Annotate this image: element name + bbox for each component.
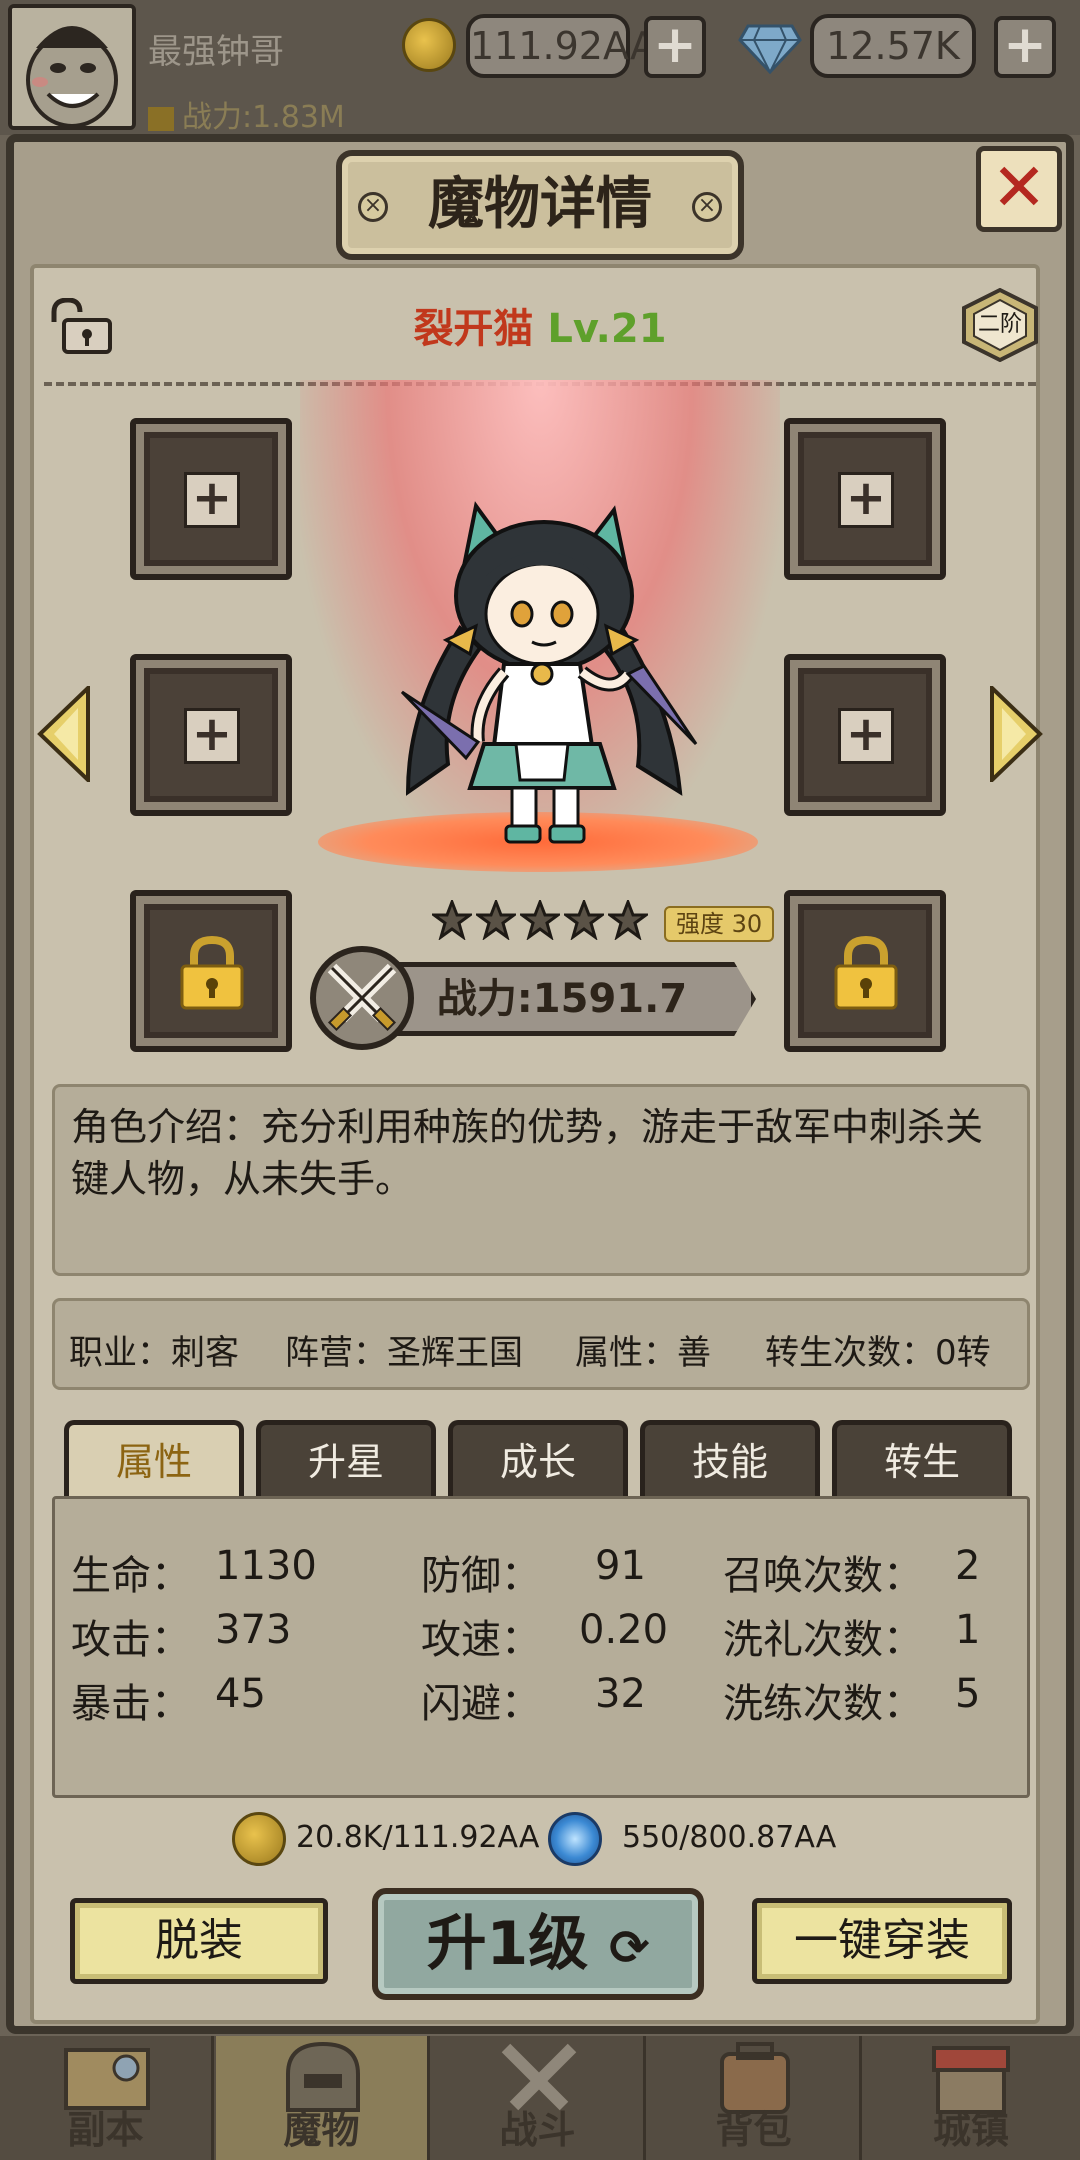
diamond-amount: 12.57K [810, 14, 976, 78]
refine-count-value: 5 [955, 1671, 981, 1717]
baptism-count-value: 1 [955, 1607, 981, 1653]
rank-badge: 二阶 [960, 287, 1040, 363]
dialog-title-plate: × 魔物详情 × [336, 150, 744, 260]
monster-alignment: 属性：善 [575, 1333, 711, 1373]
add-equipment-icon: + [838, 472, 894, 528]
bottom-nav: 副本 魔物 战斗 背包 城镇 [0, 2036, 1080, 2160]
add-equipment-icon: + [184, 708, 240, 764]
add-equipment-icon: + [184, 472, 240, 528]
refine-count-label: 洗练次数： [723, 1681, 923, 1727]
nav-backpack[interactable]: 背包 [648, 2036, 862, 2160]
star-icon [564, 900, 604, 940]
attack-speed-value: 0.20 [579, 1607, 669, 1653]
next-monster-arrow-icon[interactable] [988, 686, 1044, 782]
strength-badge: 强度 30 [664, 906, 775, 942]
nav-battle[interactable]: 战斗 [432, 2036, 646, 2160]
tab-growth[interactable]: 成长 [448, 1420, 628, 1500]
monster-rebirth-count: 转生次数：0转 [765, 1333, 991, 1373]
monster-info-row: 职业：刺客 阵营：圣辉王国 属性：善 转生次数：0转 [52, 1298, 1030, 1390]
player-combat-power: 战力:1.83M [148, 92, 345, 136]
level-up-label: 升1级 [426, 1909, 589, 1979]
nav-monsters[interactable]: 魔物 [216, 2036, 430, 2160]
strength-label: 强度 [676, 910, 724, 938]
close-button[interactable]: ✕ [976, 146, 1062, 232]
gold-cost: 20.8K/111.92AA [296, 1820, 540, 1855]
nav-label: 城镇 [932, 2108, 1009, 2152]
attack-value: 373 [215, 1607, 292, 1653]
add-diamond-button[interactable]: + [994, 16, 1056, 78]
add-gold-button[interactable]: + [644, 16, 706, 78]
rank-label: 二阶 [977, 312, 1022, 337]
monster-detail-screen: 最强钟哥 战力:1.83M 111.92AA + 12.57K + × 魔物详情… [0, 0, 1080, 2160]
dialog-title: 魔物详情 [428, 172, 652, 237]
monster-faction: 阵营：圣辉王国 [285, 1333, 523, 1373]
player-combat-power-text: 战力:1.83M [182, 100, 345, 135]
essence-orb-icon [548, 1812, 602, 1866]
equip-slot-4[interactable]: + [784, 654, 946, 816]
gold-amount: 111.92AA [466, 14, 656, 78]
defense-value: 91 [595, 1543, 646, 1589]
nav-label: 战斗 [499, 2108, 576, 2152]
star-icon [520, 900, 560, 940]
equip-slot-1[interactable]: + [130, 418, 292, 580]
equip-slot-3[interactable]: + [130, 654, 292, 816]
avatar-face-icon [12, 8, 132, 126]
level-up-button[interactable]: 升1级 ⟳ [372, 1888, 704, 2000]
tab-rebirth[interactable]: 转生 [832, 1420, 1012, 1500]
diamond-icon [738, 24, 802, 74]
dodge-value: 32 [595, 1671, 646, 1717]
gold-coin-icon [402, 18, 456, 72]
equip-slot-locked-1[interactable] [130, 890, 292, 1052]
previous-monster-arrow-icon[interactable] [36, 686, 92, 782]
strength-value: 30 [731, 910, 763, 938]
screw-right-icon: × [692, 192, 722, 222]
summon-count-value: 2 [955, 1543, 981, 1589]
power-icon [148, 106, 174, 131]
gold-coin-icon [232, 1812, 286, 1866]
nav-label: 副本 [67, 2108, 144, 2152]
star-icon [432, 900, 472, 940]
equip-slot-2[interactable]: + [784, 418, 946, 580]
defense-label: 防御： [421, 1553, 541, 1599]
top-bar: 最强钟哥 战力:1.83M 111.92AA + 12.57K + [0, 0, 1080, 135]
star-rating [432, 900, 652, 944]
equip-slot-locked-2[interactable] [784, 890, 946, 1052]
essence-cost: 550/800.87AA [622, 1820, 837, 1855]
dodge-label: 闪避： [421, 1681, 541, 1727]
equip-all-button[interactable]: 一键穿装 [752, 1898, 1012, 1984]
star-icon [608, 900, 648, 940]
monster-power: 战力:1591.7 [436, 976, 688, 1022]
monster-description: 角色介绍：充分利用种族的优势，游走于敌军中刺杀关键人物，从未失手。 [52, 1084, 1030, 1276]
attack-label: 攻击： [71, 1617, 191, 1663]
tab-star-up[interactable]: 升星 [256, 1420, 436, 1500]
nav-label: 魔物 [283, 2108, 360, 2152]
refresh-icon: ⟳ [609, 1920, 650, 1976]
monster-job: 职业：刺客 [69, 1333, 239, 1373]
padlock-icon [834, 935, 898, 1010]
crit-value: 45 [215, 1671, 266, 1717]
nav-dungeon[interactable]: 副本 [0, 2036, 214, 2160]
hp-value: 1130 [215, 1543, 317, 1589]
tab-attributes[interactable]: 属性 [64, 1420, 244, 1500]
padlock-icon [180, 935, 244, 1010]
monster-name: 裂开猫 [413, 306, 534, 352]
nav-label: 背包 [715, 2108, 792, 2152]
attributes-panel: 生命： 1130 攻击： 373 暴击： 45 防御： 91 攻速： 0.20 … [52, 1496, 1030, 1798]
attack-speed-label: 攻速： [421, 1617, 541, 1663]
hp-label: 生命： [71, 1553, 191, 1599]
baptism-count-label: 洗礼次数： [723, 1617, 923, 1663]
nav-town[interactable]: 城镇 [864, 2036, 1078, 2160]
crit-label: 暴击： [71, 1681, 191, 1727]
monster-name-row: 裂开猫 Lv.21 [0, 296, 1080, 354]
monster-portrait [400, 501, 698, 844]
summon-count-label: 召唤次数： [723, 1553, 923, 1599]
add-equipment-icon: + [838, 708, 894, 764]
star-icon [476, 900, 516, 940]
tab-skills[interactable]: 技能 [640, 1420, 820, 1500]
unequip-button[interactable]: 脱装 [70, 1898, 328, 1984]
player-avatar[interactable] [8, 4, 136, 130]
monster-level: Lv.21 [547, 306, 667, 352]
player-name: 最强钟哥 [148, 32, 284, 72]
